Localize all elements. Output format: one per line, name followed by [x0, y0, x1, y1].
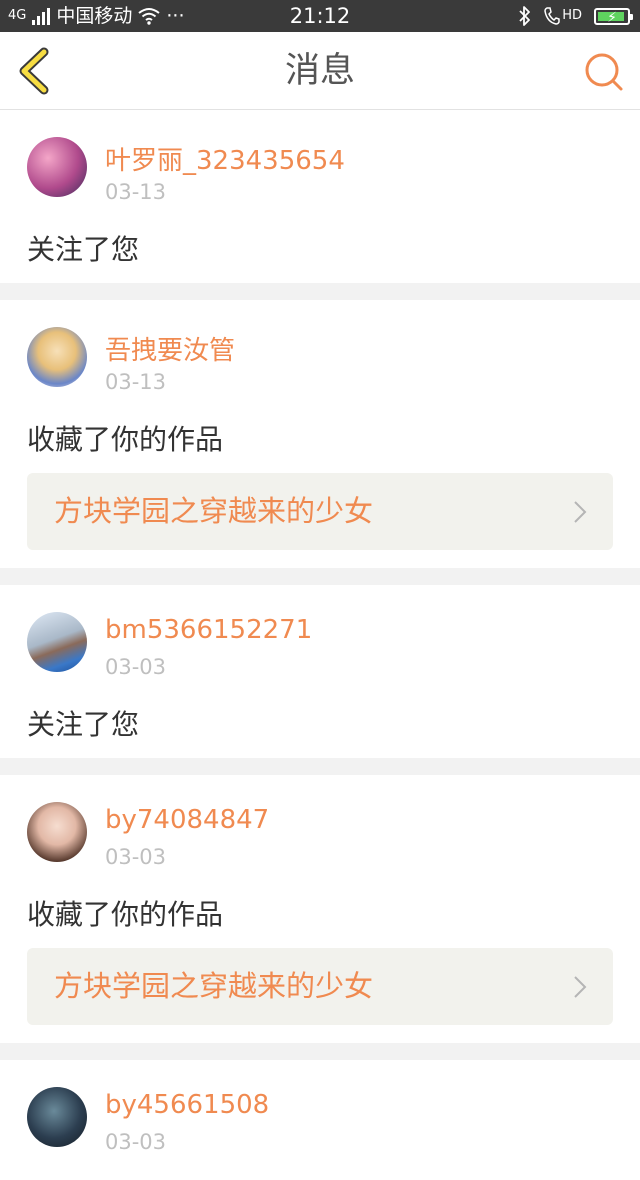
message-action: 关注了您: [27, 708, 140, 741]
nav-header: 消息: [0, 32, 640, 110]
avatar[interactable]: [27, 137, 87, 197]
avatar[interactable]: [27, 612, 87, 672]
message-date: 03-13: [105, 370, 167, 394]
username[interactable]: 叶罗丽_323435654: [105, 140, 345, 177]
username[interactable]: by45661508: [105, 1090, 269, 1120]
work-link[interactable]: 方块学园之穿越来的少女: [27, 948, 613, 1025]
message-date: 03-13: [105, 180, 167, 204]
message-item[interactable]: 吾拽要汝管 03-13 收藏了你的作品 方块学园之穿越来的少女: [0, 300, 640, 568]
username[interactable]: 吾拽要汝管: [105, 330, 235, 367]
message-item[interactable]: 叶罗丽_323435654 03-13 关注了您: [0, 110, 640, 283]
message-date: 03-03: [105, 655, 167, 679]
username[interactable]: bm5366152271: [105, 615, 312, 645]
message-date: 03-03: [105, 1130, 167, 1154]
bluetooth-icon: [519, 6, 531, 26]
message-item[interactable]: by74084847 03-03 收藏了你的作品 方块学园之穿越来的少女: [0, 775, 640, 1043]
message-date: 03-03: [105, 845, 167, 869]
message-item[interactable]: bm5366152271 03-03 关注了您: [0, 585, 640, 758]
work-title: 方块学园之穿越来的少女: [54, 969, 374, 1003]
page-title: 消息: [284, 51, 355, 91]
work-title: 方块学园之穿越来的少女: [54, 494, 374, 528]
search-button[interactable]: [582, 50, 626, 94]
message-action: 关注了您: [27, 233, 140, 266]
battery-icon: ⚡: [594, 7, 633, 26]
username[interactable]: by74084847: [105, 805, 269, 835]
chevron-right-icon: [574, 976, 587, 998]
chevron-right-icon: [574, 501, 587, 523]
avatar[interactable]: [27, 1087, 87, 1147]
message-action: 收藏了你的作品: [27, 423, 224, 456]
message-item[interactable]: by45661508 03-03: [0, 1060, 640, 1180]
search-icon: [585, 53, 623, 91]
work-link[interactable]: 方块学园之穿越来的少女: [27, 473, 613, 550]
divider: [0, 568, 640, 585]
status-bar: 4G 中国移动 ··· 21:12 HD ⚡: [0, 0, 640, 32]
phone-call-icon: [544, 7, 560, 25]
divider: [0, 283, 640, 300]
hd-badge: HD: [562, 8, 582, 23]
avatar[interactable]: [27, 327, 87, 387]
message-list: 叶罗丽_323435654 03-13 关注了您 吾拽要汝管 03-13 收藏了…: [0, 110, 640, 1180]
message-action: 收藏了你的作品: [27, 898, 224, 931]
avatar[interactable]: [27, 802, 87, 862]
divider: [0, 1043, 640, 1060]
divider: [0, 758, 640, 775]
